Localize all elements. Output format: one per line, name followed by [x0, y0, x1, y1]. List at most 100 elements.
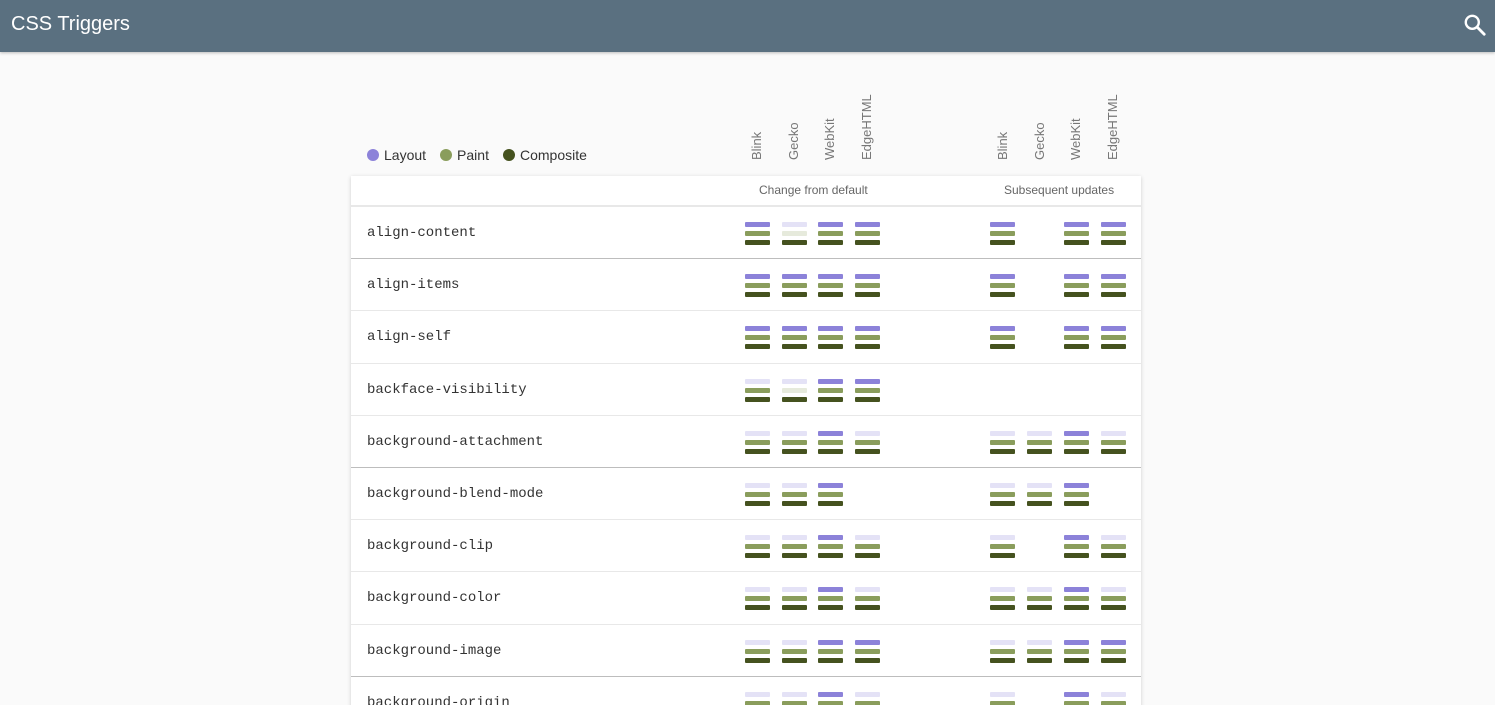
layout-bar: [990, 222, 1015, 227]
layout-bar: [990, 587, 1015, 593]
trigger-indicator-default-webkit: [818, 639, 843, 664]
search-icon[interactable]: [1462, 12, 1488, 38]
paint-bar: [855, 439, 880, 445]
paint-bar: [818, 231, 843, 236]
paint-bar: [1064, 596, 1089, 602]
layout-bar: [855, 430, 880, 436]
layout-bar: [855, 639, 880, 645]
table-row[interactable]: background-blend-mode: [351, 467, 1141, 519]
paint-bar: [818, 387, 843, 393]
paint-bar: [1064, 544, 1089, 550]
table-row[interactable]: backface-visibility: [351, 362, 1141, 415]
composite-bar: [818, 553, 843, 559]
property-name: background-clip: [367, 538, 494, 555]
layout-bar: [745, 691, 770, 697]
composite-bar: [1064, 344, 1089, 350]
layout-bar: [855, 587, 880, 593]
paint-bar: [745, 387, 770, 393]
layout-bar: [782, 535, 807, 541]
table-row[interactable]: background-clip: [351, 519, 1141, 571]
composite-bar: [818, 396, 843, 402]
paint-bar: [990, 648, 1015, 654]
group-header-subsequent: Subsequent updates: [1004, 183, 1115, 197]
paint-bar: [1101, 335, 1126, 341]
engine-label-webkit: WebKit: [1068, 118, 1083, 160]
trigger-indicator-subsequent-blink: [990, 639, 1015, 664]
layout-bar: [745, 430, 770, 436]
table-row[interactable]: align-content: [351, 206, 1141, 258]
layout-bar: [855, 326, 880, 332]
layout-bar: [818, 274, 843, 280]
paint-bar: [855, 231, 880, 236]
layout-bar: [818, 483, 843, 488]
composite-bar: [990, 657, 1015, 663]
paint-bar: [855, 544, 880, 550]
composite-bar: [1101, 292, 1126, 298]
paint-bar: [1064, 648, 1089, 654]
paint-bar: [782, 596, 807, 602]
layout-bar: [745, 587, 770, 593]
composite-bar: [745, 344, 770, 350]
trigger-indicator-subsequent-webkit: [1064, 639, 1089, 664]
layout-bar: [818, 222, 843, 227]
paint-bar: [1101, 439, 1126, 445]
layout-bar: [990, 535, 1015, 541]
table-row[interactable]: background-color: [351, 571, 1141, 623]
trigger-indicator-default-edgehtml: [855, 378, 880, 403]
table-row[interactable]: background-origin: [351, 675, 1141, 705]
trigger-indicator-default-edgehtml: [855, 691, 880, 705]
trigger-indicator-default-edgehtml: [855, 326, 880, 350]
layout-bar: [818, 587, 843, 593]
table-row[interactable]: background-image: [351, 623, 1141, 676]
composite-bar: [855, 448, 880, 454]
legend-label: Paint: [457, 147, 489, 163]
table-row[interactable]: align-self: [351, 310, 1141, 362]
paint-bar: [818, 544, 843, 550]
paint-bar: [1027, 439, 1052, 445]
composite-bar: [782, 501, 807, 506]
layout-bar: [855, 274, 880, 280]
trigger-indicator-subsequent-edgehtml: [1101, 326, 1126, 350]
composite-bar: [990, 240, 1015, 245]
paint-bar: [990, 492, 1015, 497]
trigger-indicator-default-gecko: [782, 326, 807, 350]
legend-label: Layout: [384, 147, 427, 163]
layout-bar: [782, 274, 807, 280]
trigger-indicator-subsequent-edgehtml: [1101, 691, 1126, 705]
layout-bar: [1101, 691, 1126, 697]
trigger-indicator-subsequent-edgehtml: [1101, 222, 1126, 246]
paint-bar: [745, 283, 770, 289]
trigger-indicator-subsequent-gecko: [1027, 483, 1052, 507]
layout-bar: [782, 483, 807, 488]
composite-bar: [855, 240, 880, 245]
composite-bar: [855, 344, 880, 350]
property-name: background-blend-mode: [367, 486, 544, 502]
paint-bar: [745, 596, 770, 602]
paint-bar: [818, 283, 843, 289]
composite-bar: [1101, 605, 1126, 611]
trigger-indicator-default-blink: [745, 691, 770, 705]
paint-bar: [990, 700, 1015, 705]
property-name: background-image: [367, 642, 502, 659]
composite-dot-icon: [502, 149, 515, 161]
table-row[interactable]: background-attachment: [351, 414, 1141, 467]
composite-bar: [782, 292, 807, 298]
composite-bar: [782, 344, 807, 350]
composite-bar: [745, 605, 770, 611]
table-row[interactable]: align-items: [351, 258, 1141, 310]
composite-bar: [1064, 657, 1089, 663]
layout-bar: [745, 483, 770, 488]
trigger-indicator-default-webkit: [818, 587, 843, 611]
composite-bar: [818, 657, 843, 663]
composite-bar: [990, 292, 1015, 298]
engine-label-gecko: Gecko: [1032, 122, 1047, 160]
trigger-indicator-default-blink: [745, 274, 770, 298]
layout-bar: [1027, 430, 1052, 436]
trigger-indicator-default-blink: [745, 535, 770, 559]
trigger-indicator-default-gecko: [782, 587, 807, 611]
layout-bar: [782, 326, 807, 332]
paint-bar: [745, 544, 770, 550]
layout-bar: [745, 326, 770, 332]
layout-bar: [855, 691, 880, 697]
paint-bar: [990, 283, 1015, 289]
